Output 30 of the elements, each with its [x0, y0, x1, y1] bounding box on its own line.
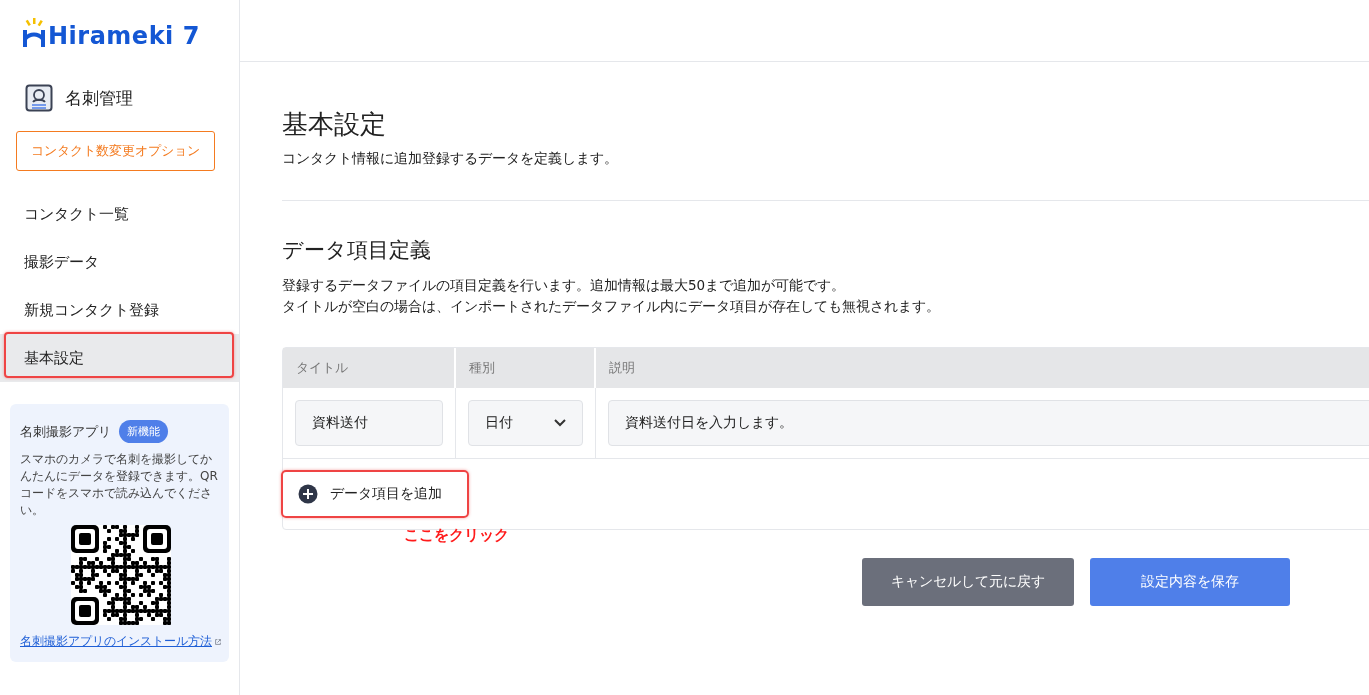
annotation-text: ここをクリック [404, 526, 510, 546]
save-button[interactable]: 設定内容を保存 [1090, 558, 1290, 606]
type-select[interactable]: 日付 [468, 400, 583, 446]
logo-text: Hirameki 7 [48, 24, 200, 48]
logo-icon [22, 18, 46, 48]
page-title: 基本設定 [282, 108, 387, 141]
section-title: 名刺管理 [65, 86, 133, 110]
chevron-down-icon [554, 419, 566, 427]
plus-circle-icon [298, 484, 318, 504]
install-link[interactable]: 名刺撮影アプリのインストール方法 [20, 633, 212, 650]
column-header: 種別 [456, 348, 596, 388]
title-field[interactable]: 資料送付 [295, 400, 443, 446]
page-subtitle: コンタクト情報に追加登録するデータを定義します。 [282, 150, 619, 168]
nav-item[interactable]: 基本設定 [0, 334, 239, 382]
new-feature-badge: 新機能 [119, 420, 168, 443]
nav-item[interactable]: 新規コンタクト登録 [0, 286, 239, 334]
promo-title: 名刺撮影アプリ [20, 423, 111, 440]
column-header: タイトル [283, 348, 456, 388]
add-item-button[interactable]: データ項目を追加 [284, 472, 466, 516]
cancel-button[interactable]: キャンセルして元に戻す [862, 558, 1074, 606]
business-card-icon [25, 84, 53, 112]
section-heading: データ項目定義 [282, 237, 432, 264]
external-link-icon [215, 636, 221, 647]
description-text: タイトルが空白の場合は、インポートされたデータファイル内にデータ項目が存在しても無視されます。 [282, 297, 941, 316]
nav-item[interactable]: コンタクト一覧 [0, 190, 239, 238]
nav-item[interactable]: 撮影データ [0, 238, 239, 286]
column-header: 説明 [596, 348, 1369, 388]
description-text: 登録するデータファイルの項目定義を行います。追加情報は最大50まで追加が可能です。 [282, 276, 847, 295]
description-field[interactable]: 資料送付日を入力します。 [608, 400, 1369, 446]
promo-text: スマホのカメラで名刺を撮影してかんたんにデータを登録できます。QRコードをスマホで読み込んでください。 [20, 451, 219, 519]
